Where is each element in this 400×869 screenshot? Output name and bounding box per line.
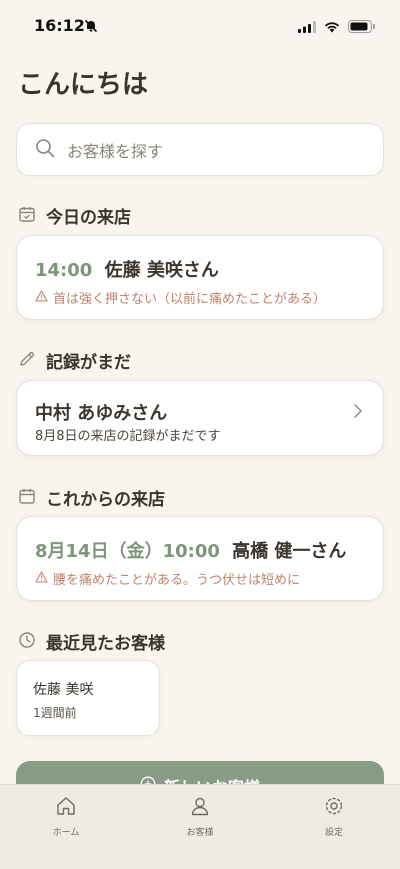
page-title: こんにちは	[18, 70, 149, 100]
visit-time: 14:00	[35, 260, 93, 281]
section-pending: 記録がまだ	[18, 348, 131, 373]
battery-icon	[348, 18, 376, 37]
gear-icon	[323, 795, 345, 821]
tab-home[interactable]: ホーム	[31, 795, 101, 838]
calendar-icon	[18, 205, 36, 227]
calendar-icon	[18, 487, 36, 509]
status-time: 16:12	[34, 16, 85, 35]
clock-icon	[18, 631, 36, 653]
customer-name: 佐藤 美咲	[33, 682, 94, 698]
section-title: 記録がまだ	[46, 353, 131, 373]
search-placeholder: お客様を探す	[67, 141, 164, 161]
person-icon	[189, 795, 211, 821]
customer-name: 高橋 健一さん	[232, 541, 347, 562]
status-bar: 16:12	[0, 0, 400, 52]
wifi-icon	[324, 18, 340, 37]
section-recent: 最近見たお客様	[18, 629, 165, 654]
tab-settings[interactable]: 設定	[299, 795, 369, 838]
search-input[interactable]: お客様を探す	[16, 123, 384, 176]
recent-customer-card[interactable]: 佐藤 美咲 1週間前	[16, 660, 160, 736]
tab-label: 設定	[324, 828, 343, 838]
last-viewed: 1週間前	[33, 706, 77, 720]
search-icon	[35, 138, 55, 162]
warning-icon	[35, 570, 48, 587]
bell-off-icon	[84, 18, 98, 37]
pending-record-card[interactable]: 中村 あゆみさん 8月8日の来店の記録がまだです	[16, 380, 384, 456]
tab-customers[interactable]: お客様	[165, 795, 235, 838]
visit-datetime: 8月14日（金）10:00	[35, 541, 220, 562]
section-upcoming: これからの来店	[18, 485, 165, 510]
customer-name: 佐藤 美咲さん	[104, 260, 219, 281]
tab-label: お客様	[186, 828, 214, 838]
visit-note: 首は強く押さない（以前に痛めたことがある）	[53, 292, 327, 307]
warning-icon	[35, 289, 48, 306]
today-visit-card[interactable]: 14:00 佐藤 美咲さん 首は強く押さない（以前に痛めたことがある）	[16, 235, 384, 320]
home-icon	[55, 795, 77, 821]
section-today: 今日の来店	[18, 203, 131, 228]
customer-name: 中村 あゆみさん	[35, 403, 168, 424]
chevron-right-icon	[353, 403, 363, 423]
visit-note: 腰を痛めたことがある。うつ伏せは短めに	[53, 573, 301, 588]
signal-icon	[298, 18, 316, 37]
pending-detail: 8月8日の来店の記録がまだです	[35, 429, 221, 444]
tab-bar: ホーム お客様 設定	[0, 784, 400, 869]
section-title: これからの来店	[46, 490, 165, 510]
pencil-icon	[18, 350, 36, 372]
tab-label: ホーム	[52, 828, 80, 838]
upcoming-visit-card[interactable]: 8月14日（金）10:00 高橋 健一さん 腰を痛めたことがある。うつ伏せは短め…	[16, 516, 384, 601]
section-title: 最近見たお客様	[46, 634, 165, 654]
section-title: 今日の来店	[46, 208, 131, 228]
